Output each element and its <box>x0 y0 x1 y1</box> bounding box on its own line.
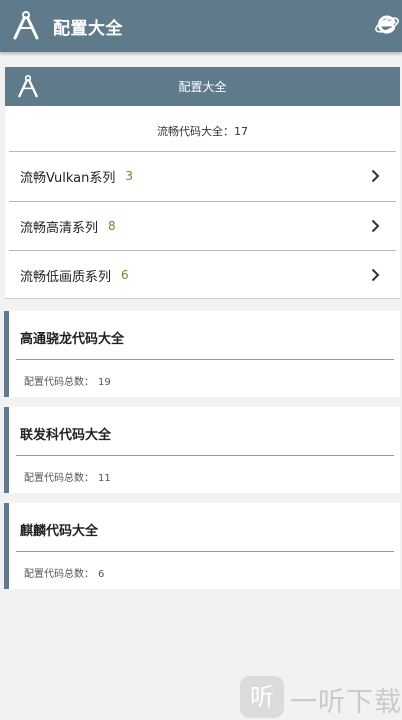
divider <box>16 455 394 456</box>
chevron-right-icon <box>371 169 380 183</box>
series-label: 流畅Vulkan系列 <box>20 170 116 186</box>
brand-name: 联发科代码大全 <box>20 428 112 443</box>
watermark-logo-icon: 听 <box>240 676 284 718</box>
brand-meta: 配置代码总数： 19 <box>20 373 111 388</box>
ie-browser-icon[interactable] <box>374 12 400 38</box>
accent-bar <box>4 407 9 493</box>
brand-card-snapdragon[interactable]: 高通骁龙代码大全 配置代码总数： 19 <box>4 311 400 397</box>
compass-logo-icon <box>13 11 39 40</box>
app-title: 配置大全 <box>53 19 123 39</box>
meta-value: 11 <box>98 473 111 484</box>
brand-name: 麒麟代码大全 <box>20 524 99 539</box>
divider <box>16 551 394 552</box>
series-label: 流畅高清系列 <box>20 220 99 236</box>
series-row-hd[interactable]: 流畅高清系列 8 <box>5 202 400 250</box>
brand-meta: 配置代码总数： 11 <box>20 469 111 484</box>
meta-label: 配置代码总数： <box>24 473 94 484</box>
config-card-header: 配置大全 <box>5 67 400 106</box>
brand-name: 高通骁龙代码大全 <box>20 332 125 347</box>
watermark-text: 一听下载 <box>290 687 402 718</box>
chevron-right-icon <box>371 268 380 282</box>
series-count: 6 <box>121 268 129 282</box>
series-count: 8 <box>108 219 116 233</box>
brand-meta: 配置代码总数： 6 <box>20 565 104 580</box>
summary-text: 流畅代码大全：17 <box>157 125 248 138</box>
chevron-right-icon <box>371 219 380 233</box>
config-card-title: 配置大全 <box>178 80 227 94</box>
config-card-body: 流畅代码大全：17 流畅Vulkan系列 3 流畅高清系列 8 流畅低画质系列 … <box>5 106 400 299</box>
meta-value: 19 <box>98 377 111 388</box>
accent-bar <box>4 503 9 589</box>
series-row-vulkan[interactable]: 流畅Vulkan系列 3 <box>5 152 400 200</box>
accent-bar <box>4 311 9 397</box>
series-row-low-quality[interactable]: 流畅低画质系列 6 <box>5 251 400 299</box>
app-bar: 配置大全 <box>0 0 402 52</box>
brand-card-kirin[interactable]: 麒麟代码大全 配置代码总数： 6 <box>4 503 400 589</box>
meta-value: 6 <box>98 569 105 580</box>
brand-card-mediatek[interactable]: 联发科代码大全 配置代码总数： 11 <box>4 407 400 493</box>
series-count: 3 <box>125 169 134 183</box>
divider <box>16 359 394 360</box>
watermark: 听 一听下载 <box>240 676 402 720</box>
meta-label: 配置代码总数： <box>24 377 94 388</box>
meta-label: 配置代码总数： <box>24 569 94 580</box>
series-label: 流畅低画质系列 <box>20 269 112 285</box>
